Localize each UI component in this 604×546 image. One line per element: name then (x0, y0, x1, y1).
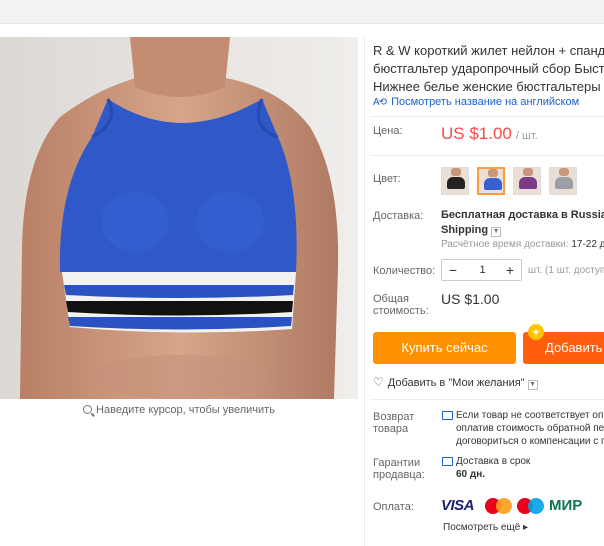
color-label: Цвет: (373, 173, 401, 185)
payment-label: Оплата: (373, 501, 414, 513)
title-line: бюстгальтер ударопрочный сбор Быстро (373, 61, 604, 76)
product-title: R & W короткий жилет нейлон + спандекс б… (373, 42, 604, 96)
shipping-method-line: Бесплатная доставка в Russian Fe (441, 209, 604, 221)
divider (370, 155, 604, 156)
quantity-minus-button[interactable]: − (442, 260, 464, 280)
magnifier-icon (83, 405, 93, 414)
mastercard-logo (485, 498, 513, 514)
guarantee-days: 60 дн. (456, 469, 486, 480)
quantity-label: Количество: (373, 265, 436, 277)
product-image[interactable] (0, 37, 358, 399)
returns-text-line: договориться о компенсации с п (456, 436, 604, 447)
returns-label-line: Возврат (373, 411, 415, 423)
mir-logo: МИР (549, 497, 583, 514)
add-to-wishlist[interactable]: ♡ Добавить в "Мои желания" ▼ (373, 375, 538, 390)
top-bar (0, 0, 604, 24)
color-swatch-blue[interactable] (477, 167, 505, 195)
quantity-input[interactable]: 1 (464, 260, 501, 280)
delivery-guarantee-icon (442, 457, 453, 466)
divider (364, 37, 365, 546)
delivery-time-label: Расчётное время доставки: (441, 239, 569, 250)
quantity-available: шт. (1 шт. доступн (528, 265, 604, 276)
title-line: Нижнее белье женские бюстгальтеры (373, 79, 601, 94)
returns-label: Возврат товара (373, 411, 414, 435)
title-line: R & W короткий жилет нейлон + спандекс (373, 43, 604, 58)
guarantee-line: Доставка в срок (456, 456, 531, 467)
color-swatch-black[interactable] (441, 167, 469, 195)
more-payment-link[interactable]: Посмотреть ещё ▸ (443, 522, 528, 533)
zoom-hint-text: Наведите курсор, чтобы увеличить (96, 404, 275, 416)
returns-text-line: Если товар не соответствует опи (456, 410, 604, 421)
divider (370, 399, 604, 400)
return-info-icon (442, 411, 453, 420)
wishlist-text[interactable]: Добавить в "Мои желания" (388, 377, 525, 389)
translate-icon: A⟲ (373, 97, 387, 108)
returns-text-line: оплатив стоимость обратной пе (456, 423, 604, 434)
chevron-down-icon[interactable]: ▼ (491, 227, 502, 237)
buy-now-button[interactable]: Купить сейчас (373, 332, 516, 364)
divider (370, 116, 604, 117)
price-label: Цена: (373, 125, 403, 137)
shipping-method-line: Shipping (441, 224, 489, 236)
price-unit: / шт. (515, 130, 538, 142)
color-swatch-purple[interactable] (513, 167, 541, 195)
price-value: US $1.00/ шт. (441, 124, 538, 144)
total-label-line: Общая (373, 293, 409, 305)
shipping-method[interactable]: Бесплатная доставка в Russian Fe Shippin… (441, 208, 604, 238)
shipping-label: Доставка: (373, 210, 424, 222)
translate-link-text[interactable]: Посмотреть название на английском (391, 96, 579, 108)
total-value: US $1.00 (441, 291, 500, 307)
color-swatch-gray[interactable] (549, 167, 577, 195)
quantity-stepper: − 1 + (441, 259, 522, 281)
heart-icon: ♡ (373, 375, 384, 389)
maestro-logo (517, 498, 545, 514)
zoom-hint: Наведите курсор, чтобы увеличить (0, 404, 358, 416)
returns-text: Если товар не соответствует опи оплатив … (456, 409, 604, 448)
price-amount: US $1.00 (441, 124, 512, 143)
delivery-time: Расчётное время доставки: 17-22 д (441, 239, 604, 250)
guarantee-label: Гарантии продавца: (373, 457, 425, 481)
chevron-down-icon[interactable]: ▼ (527, 380, 538, 390)
delivery-time-value: 17-22 д (571, 239, 604, 250)
plus-icon: + (528, 324, 544, 340)
translate-link[interactable]: A⟲ Посмотреть название на английском (373, 96, 579, 108)
guarantee-label-line: Гарантии (373, 457, 421, 469)
more-payment-text[interactable]: Посмотреть ещё (443, 522, 520, 533)
visa-logo: VISA (441, 497, 475, 514)
guarantee-label-line: продавца: (373, 469, 425, 481)
total-label-line: стоимость: (373, 305, 429, 317)
returns-label-line: товара (373, 423, 409, 435)
total-label: Общая стоимость: (373, 293, 429, 317)
quantity-plus-button[interactable]: + (499, 260, 521, 280)
guarantee-text: Доставка в срок 60 дн. (456, 455, 530, 481)
